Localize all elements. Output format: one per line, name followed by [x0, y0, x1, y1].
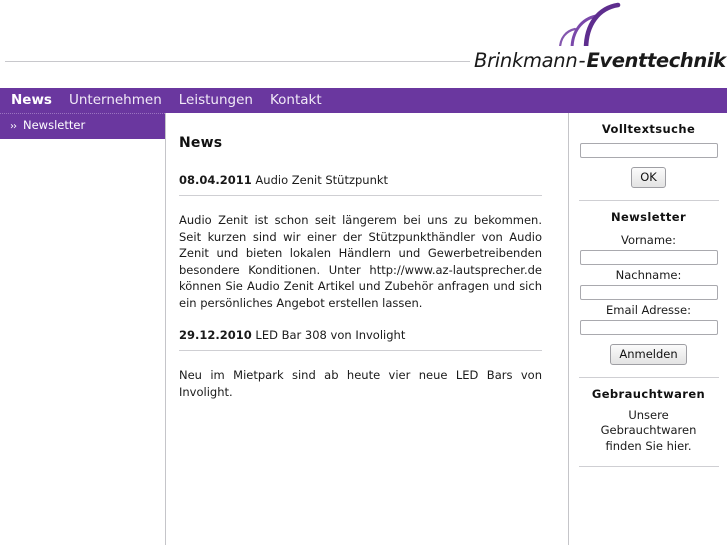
sidebar-item-label: Newsletter	[23, 118, 86, 132]
sidebar-dotted-separator	[0, 113, 165, 114]
page-title: News	[179, 135, 223, 151]
news-divider	[179, 350, 542, 351]
newsletter-signup-button[interactable]: Anmelden	[610, 344, 687, 365]
logo-suffix-text: Eventtechnik	[586, 49, 726, 72]
right-sidebar: Volltextsuche OK Newsletter Vorname: Nac…	[570, 113, 727, 545]
news-divider	[179, 195, 542, 196]
fulltext-search-block: Volltextsuche OK	[570, 113, 727, 188]
search-block-title: Volltextsuche	[601, 122, 696, 136]
nav-item-leistungen[interactable]: Leistungen	[179, 88, 253, 113]
news-headline: Audio Zenit Stützpunkt	[255, 173, 389, 187]
sidebar-item-newsletter[interactable]: ›› Newsletter	[10, 117, 85, 135]
news-body: Audio Zenit ist schon seit längerem bei …	[179, 213, 542, 310]
left-sidebar: ›› Newsletter	[0, 113, 165, 139]
used-goods-title: Gebrauchtwaren	[591, 387, 706, 401]
logo-wordmark: Brinkmann-Eventtechnik	[470, 46, 726, 76]
search-input[interactable]	[579, 143, 718, 158]
main-content-area: News 08.04.2011 Audio Zenit Stützpunkt A…	[165, 113, 569, 545]
lastname-input[interactable]	[579, 285, 718, 300]
news-date: 08.04.2011	[179, 173, 252, 187]
nav-item-unternehmen[interactable]: Unternehmen	[69, 88, 162, 113]
search-submit-button[interactable]: OK	[631, 167, 666, 188]
firstname-input[interactable]	[579, 250, 718, 265]
email-input[interactable]	[579, 320, 718, 335]
used-goods-line-2[interactable]: finden Sie hier.	[570, 438, 727, 454]
news-headline-row: 08.04.2011 Audio Zenit Stützpunkt	[179, 173, 542, 188]
sidebar-section-divider	[578, 466, 719, 467]
news-date: 29.12.2010	[179, 328, 252, 342]
newsletter-block: Newsletter Vorname: Nachname: Email Adre…	[570, 201, 727, 365]
lastname-label: Nachname:	[615, 268, 682, 282]
news-article: 08.04.2011 Audio Zenit Stützpunkt Audio …	[179, 173, 542, 311]
newsletter-block-title: Newsletter	[610, 210, 687, 224]
article-spacer	[179, 311, 542, 328]
logo-brand-text: Brinkmann	[474, 49, 578, 72]
used-goods-line-1: Unsere Gebrauchtwaren	[600, 408, 697, 437]
news-headline-row: 29.12.2010 LED Bar 308 von Involight	[179, 328, 542, 343]
main-navigation-bar: News Unternehmen Leistungen Kontakt	[0, 88, 727, 113]
nav-item-kontakt[interactable]: Kontakt	[270, 88, 322, 113]
news-body: Neu im Mietpark sind ab heute vier neue …	[179, 368, 542, 399]
news-article: 29.12.2010 LED Bar 308 von Involight Neu…	[179, 328, 542, 400]
double-chevron-right-icon: ››	[10, 121, 17, 132]
email-label: Email Adresse:	[605, 303, 691, 317]
sound-wave-arcs-icon	[558, 2, 621, 50]
nav-item-news[interactable]: News	[11, 88, 52, 113]
news-headline: LED Bar 308 von Involight	[255, 328, 406, 342]
site-logo[interactable]: Brinkmann-Eventtechnik	[470, 2, 726, 78]
site-header: Brinkmann-Eventtechnik	[0, 0, 727, 88]
firstname-label: Vorname:	[620, 233, 677, 247]
used-goods-block: Gebrauchtwaren Unsere Gebrauchtwaren fin…	[570, 378, 727, 454]
nav-item-list: News Unternehmen Leistungen Kontakt	[11, 88, 322, 113]
